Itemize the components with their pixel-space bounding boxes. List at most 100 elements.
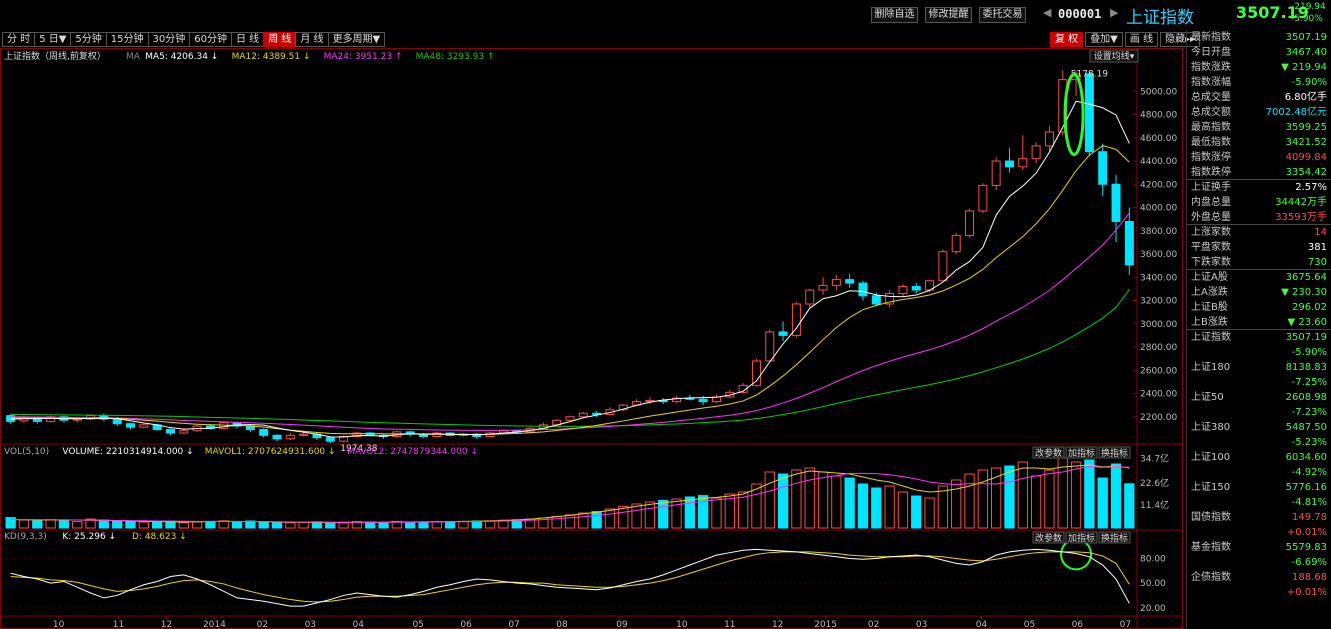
volume-bar [405,521,416,529]
ma-legend-item: MA48: 3293.93 ↑ [416,52,495,62]
candle-body [1084,73,1094,153]
modify-alert-button[interactable]: 修改提醒 [925,7,972,23]
ma24-line [10,212,1130,431]
ma12-line [10,145,1130,436]
volume-bar [964,473,975,529]
volume-bar [924,497,935,529]
quote-value: 5487.50 [1285,422,1327,433]
candle-body [1031,145,1041,160]
quote-value: 3507.19 [1285,332,1327,343]
quote-label: 上证B股 [1191,302,1228,313]
volume-bar [112,520,123,529]
volume-bar [844,477,855,529]
x-tick-label: 2015 [814,620,837,629]
ma5-line [10,100,1130,438]
quote-value: 296.02 [1292,302,1327,313]
candle-body [578,412,588,418]
quote-row: 最低指数 3421.52 [1187,135,1331,150]
quote-row: 内盘总量 34442万手 [1187,195,1331,210]
candle-body [778,331,788,336]
quote-label: 内盘总量 [1191,197,1231,208]
volume-bar [231,521,243,529]
volume-bar [338,522,349,529]
quote-value: 3467.40 [1285,47,1327,58]
x-tick-label: 05 [1024,620,1035,629]
period-tab-7[interactable]: 周 线 [263,32,297,47]
price-tick-label: 4400.00 [1140,157,1177,167]
quote-label: 最新指数 [1191,32,1231,43]
quote-row: +0.01% [1187,525,1331,540]
volume-bar [1044,469,1055,529]
quote-value: 188.68 [1292,572,1327,583]
quote-label: 指数涨幅 [1191,77,1231,88]
kd-tick-label: 20.00 [1140,604,1166,614]
volume-bar [191,521,203,529]
period-tab-3[interactable]: 15分钟 [105,32,149,47]
price-tick-label: 2600.00 [1140,366,1177,376]
quote-row: 企债指数 188.68 [1187,570,1331,585]
quote-label: 外盘总量 [1191,212,1231,223]
quote-row: 最新指数 3507.19 [1187,30,1331,45]
x-tick-label: 02 [257,620,268,629]
candle-body [179,430,189,434]
quote-value: 730 [1307,257,1327,268]
quote-row: 指数跌停 3354.42 [1187,165,1331,180]
pane-button-label: 加指标 [1068,532,1095,544]
quote-row: -5.23% [1187,435,1331,450]
stock-change-pct: -5.90% [1291,14,1323,24]
x-tick-label: 10 [676,620,688,629]
chart-tool-2[interactable]: 画 线 [1124,32,1159,47]
period-tab-4[interactable]: 30分钟 [147,32,191,47]
candle-body [898,286,908,295]
candle-body [1044,131,1054,147]
x-tick-label: 06 [460,620,472,629]
candle-body [698,398,708,403]
period-tab-5[interactable]: 60分钟 [189,32,232,47]
candle-body [965,210,975,236]
price-tick-label: 2800.00 [1140,343,1177,353]
quote-value: 6034.60 [1285,452,1327,463]
period-tab-1[interactable]: 5 日▼ [34,32,72,47]
candle-body [1098,151,1108,185]
candle-body [805,289,815,305]
period-tab-8[interactable]: 月 线 [295,32,329,47]
stock-change: -219.94 -5.90% [1291,1,1326,25]
quote-value: -5.90% [1291,77,1327,88]
quote-label: 上A涨跌 [1191,287,1228,298]
volume-bar [1124,483,1135,529]
volume-bar [1110,463,1122,529]
price-tick-label: 4600.00 [1140,134,1177,144]
quote-label: 上证50 [1191,392,1224,403]
chart-tool-0[interactable]: 复 权 [1050,32,1084,47]
chart-tools: 复 权叠加▼ 画 线隐藏▸▸ [1050,32,1202,47]
volume-bar [1030,475,1042,529]
next-stock-icon[interactable]: ▶ [1110,6,1118,19]
quote-row: 上A涨跌 ▼ 230.30 [1187,285,1331,300]
volume-bar [138,521,149,529]
candle-body [765,331,775,362]
x-tick-label: 04 [976,620,988,629]
period-tab-2[interactable]: 5分钟 [70,32,107,47]
quote-row: -5.90% [1187,345,1331,360]
period-tab-0[interactable]: 分 时 [2,32,36,47]
trade-button[interactable]: 委托交易 [979,7,1026,23]
candle-body [991,160,1001,186]
candle-body [72,418,82,421]
volume-bar [644,501,656,529]
period-tab-6[interactable]: 日 线 [231,32,265,47]
ma-legend-item: MA12: 4389.51 ↓ [232,52,311,62]
volume-bar [897,491,909,529]
quote-row: 上证B股 296.02 [1187,300,1331,315]
quote-row: 国债指数 149.78 [1187,510,1331,525]
delete-watchlist-button[interactable]: 删除自选 [871,7,918,23]
period-tab-9[interactable]: 更多周期▼ [327,32,386,47]
quote-row: 上B涨跌 ▼ 23.60 [1187,315,1331,330]
chart-tool-1[interactable]: 叠加▼ [1085,32,1123,47]
kline-chart[interactable]: 5000.00 4800.00 4600.00 4400.00 4200.00 4000.… [0,48,1183,629]
volume-bar [604,508,616,529]
volume-bar [871,487,882,529]
volume-bar [444,521,456,529]
x-tick-label: 03 [305,620,316,629]
volume-bar [1004,465,1015,529]
prev-stock-icon[interactable]: ◀ [1043,6,1051,19]
